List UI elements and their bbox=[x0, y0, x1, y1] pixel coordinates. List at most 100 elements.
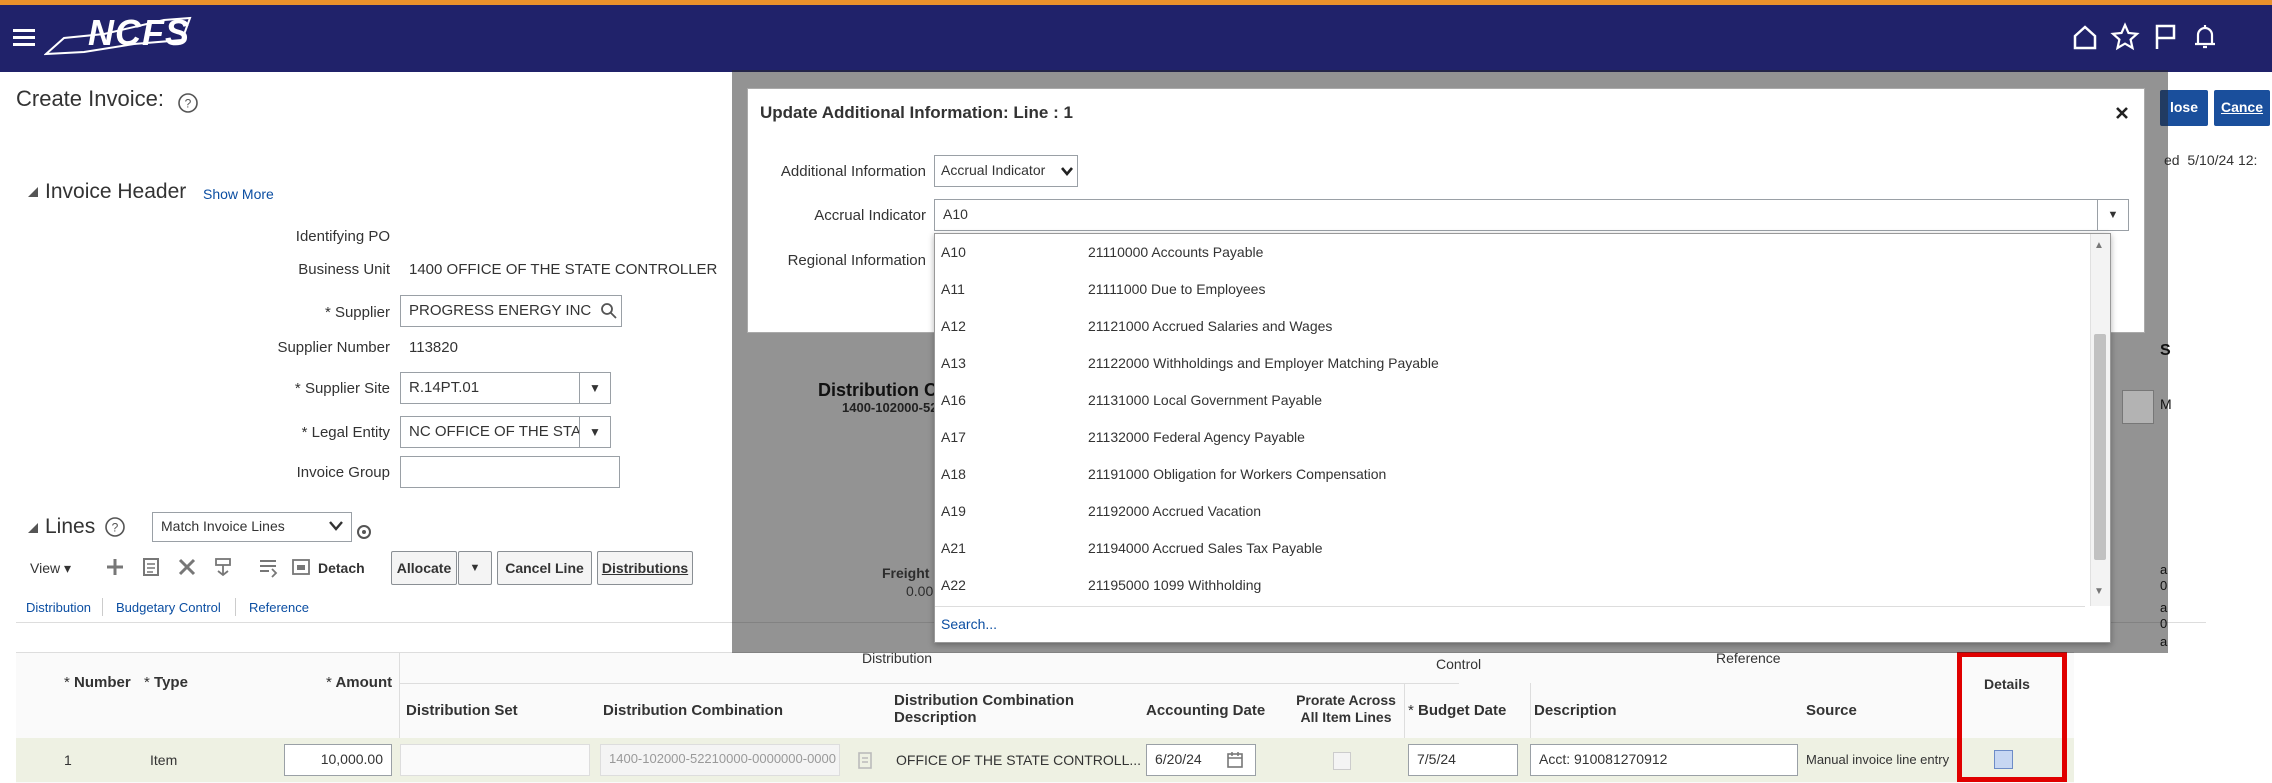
tab-budgetary-control[interactable]: Budgetary Control bbox=[116, 600, 221, 615]
prorate-checkbox[interactable] bbox=[1333, 752, 1351, 770]
distribution-combination-description: OFFICE OF THE STATE CONTROLL... bbox=[896, 752, 1142, 768]
row-number: 1 bbox=[64, 752, 72, 768]
match-invoice-lines-select[interactable]: Match Invoice Lines bbox=[152, 512, 352, 542]
column-header-distribution-combination-description: Distribution Combination Description bbox=[894, 692, 1074, 726]
go-icon[interactable] bbox=[356, 524, 372, 540]
menu-icon[interactable] bbox=[10, 22, 40, 52]
distributions-button[interactable]: Distributions bbox=[597, 551, 693, 585]
dialog-title: Update Additional Information: Line : 1 bbox=[760, 103, 1073, 122]
supplier-number-label: Supplier Number bbox=[277, 339, 390, 356]
chevron-down-icon[interactable] bbox=[1060, 166, 1074, 177]
supplier-site-select[interactable]: R.14PT.01 bbox=[400, 372, 580, 404]
supplier-site-label: * Supplier Site bbox=[294, 380, 390, 397]
list-item[interactable]: A17 21132000 Federal Agency Payable bbox=[935, 419, 2085, 456]
supplier-site-dropdown-button[interactable]: ▼ bbox=[579, 372, 611, 404]
bell-icon[interactable] bbox=[2190, 22, 2220, 52]
list-item[interactable]: A12 21121000 Accrued Salaries and Wages bbox=[935, 308, 2085, 345]
help-icon[interactable]: ? bbox=[104, 516, 126, 538]
business-unit-value: 1400 OFFICE OF THE STATE CONTROLLER bbox=[409, 261, 718, 278]
scroll-down-icon[interactable]: ▼ bbox=[2094, 586, 2104, 597]
row-divider bbox=[399, 683, 1459, 684]
collapse-triangle-icon[interactable] bbox=[27, 186, 39, 198]
chevron-down-icon[interactable] bbox=[328, 520, 344, 532]
scroll-up-icon[interactable]: ▲ bbox=[2094, 240, 2104, 251]
column-header-source: Source bbox=[1806, 702, 1857, 719]
svg-text:?: ? bbox=[112, 521, 119, 535]
partial-input bbox=[2122, 390, 2154, 424]
details-highlight-box bbox=[1957, 652, 2067, 782]
column-header-number: * Number bbox=[64, 674, 131, 691]
wrap-icon[interactable] bbox=[257, 556, 279, 578]
detach-button[interactable]: Detach bbox=[318, 560, 365, 576]
search-link[interactable]: Search... bbox=[941, 616, 997, 632]
group-header-control: Control bbox=[1436, 656, 1482, 672]
delete-icon[interactable] bbox=[176, 556, 198, 578]
partial-frag-a: a bbox=[2160, 600, 2168, 615]
additional-information-label: Additional Information bbox=[780, 163, 926, 180]
svg-text:?: ? bbox=[185, 97, 192, 111]
flag-icon[interactable] bbox=[2150, 22, 2180, 52]
legal-entity-dropdown-button[interactable]: ▼ bbox=[579, 416, 611, 448]
search-icon[interactable] bbox=[600, 302, 618, 320]
cancel-button[interactable]: Cance bbox=[2214, 90, 2270, 126]
legal-entity-select[interactable]: NC OFFICE OF THE STATE bbox=[400, 416, 580, 448]
scrollbar-thumb[interactable] bbox=[2094, 334, 2106, 560]
accrual-indicator-dropdown-list: A10 21110000 Accounts Payable A11 21111000… bbox=[934, 233, 2111, 643]
column-header-accounting-date: Accounting Date bbox=[1146, 702, 1266, 719]
distribution-combination-partial: 1400-102000-52 bbox=[842, 400, 938, 415]
partial-column-m: M bbox=[2160, 396, 2172, 412]
star-icon[interactable] bbox=[2110, 22, 2140, 52]
list-item[interactable]: A11 21111000 Due to Employees bbox=[935, 271, 2085, 308]
column-header-distribution-set: Distribution Set bbox=[406, 702, 518, 719]
accrual-indicator-input[interactable]: A10 bbox=[934, 199, 2098, 231]
allocate-button[interactable]: Allocate bbox=[391, 551, 457, 585]
calendar-icon[interactable] bbox=[1226, 750, 1246, 770]
column-header-budget-date: * Budget Date bbox=[1408, 702, 1507, 719]
view-menu[interactable]: View ▾ bbox=[30, 560, 71, 577]
column-header-distribution-combination: Distribution Combination bbox=[603, 702, 783, 719]
list-divider bbox=[935, 606, 2085, 607]
row-type: Item bbox=[150, 752, 178, 768]
allocate-dropdown-button[interactable]: ▼ bbox=[458, 551, 492, 585]
freeze-icon[interactable] bbox=[212, 556, 234, 578]
supplier-label: * Supplier bbox=[324, 304, 390, 321]
partial-frag-0: 0 bbox=[2160, 616, 2168, 631]
invoice-group-label: Invoice Group bbox=[296, 464, 390, 481]
description-input[interactable]: Acct: 910081270912 bbox=[1530, 744, 1798, 776]
tab-reference[interactable]: Reference bbox=[249, 600, 309, 615]
edit-icon[interactable] bbox=[140, 556, 162, 578]
additional-information-select[interactable]: Accrual Indicator bbox=[934, 155, 1078, 187]
home-icon[interactable] bbox=[2070, 22, 2100, 52]
accrual-indicator-label: Accrual Indicator bbox=[814, 207, 926, 224]
list-item[interactable]: A13 21122000 Withholdings and Employer Ma… bbox=[935, 345, 2085, 382]
show-more-link[interactable]: Show More bbox=[203, 186, 274, 202]
accrual-indicator-dropdown-button[interactable]: ▼ bbox=[2097, 199, 2129, 231]
tab-distribution[interactable]: Distribution bbox=[26, 600, 91, 615]
partial-frag-a: a bbox=[2160, 634, 2168, 649]
distribution-set-input[interactable] bbox=[400, 744, 590, 776]
list-item[interactable]: A21 21194000 Accrued Sales Tax Payable bbox=[935, 530, 2085, 567]
list-item[interactable]: A19 21192000 Accrued Vacation bbox=[935, 493, 2085, 530]
last-saved-text: ed 5/10/24 12: bbox=[2164, 152, 2258, 168]
add-icon[interactable] bbox=[104, 556, 126, 578]
partial-frag-a: a bbox=[2160, 562, 2168, 577]
column-header-type: * Type bbox=[144, 674, 188, 691]
list-item[interactable]: A10 21110000 Accounts Payable bbox=[935, 234, 2085, 271]
collapse-triangle-icon[interactable] bbox=[27, 522, 39, 534]
supplier-input[interactable]: PROGRESS ENERGY INC bbox=[400, 295, 622, 327]
cancel-line-button[interactable]: Cancel Line bbox=[497, 551, 592, 585]
supplier-number-value: 113820 bbox=[409, 339, 458, 356]
close-icon[interactable] bbox=[2114, 105, 2130, 121]
detach-icon[interactable] bbox=[290, 556, 312, 578]
amount-input[interactable]: 10,000.00 bbox=[284, 744, 392, 776]
account-picker-icon[interactable] bbox=[856, 751, 876, 771]
business-unit-label: Business Unit bbox=[298, 261, 390, 278]
help-icon[interactable]: ? bbox=[177, 92, 199, 114]
list-item[interactable]: A18 21191000 Obligation for Workers Compe… bbox=[935, 456, 2085, 493]
list-item[interactable]: A16 21131000 Local Government Payable bbox=[935, 382, 2085, 419]
regional-information-label: Regional Information bbox=[787, 252, 926, 269]
distribution-combination-input[interactable]: 1400-102000-52210000-0000000-0000 bbox=[600, 744, 840, 776]
budget-date-input[interactable]: 7/5/24 bbox=[1408, 744, 1518, 776]
invoice-group-input[interactable] bbox=[400, 456, 620, 488]
list-item[interactable]: A22 21195000 1099 Withholding bbox=[935, 567, 2085, 604]
